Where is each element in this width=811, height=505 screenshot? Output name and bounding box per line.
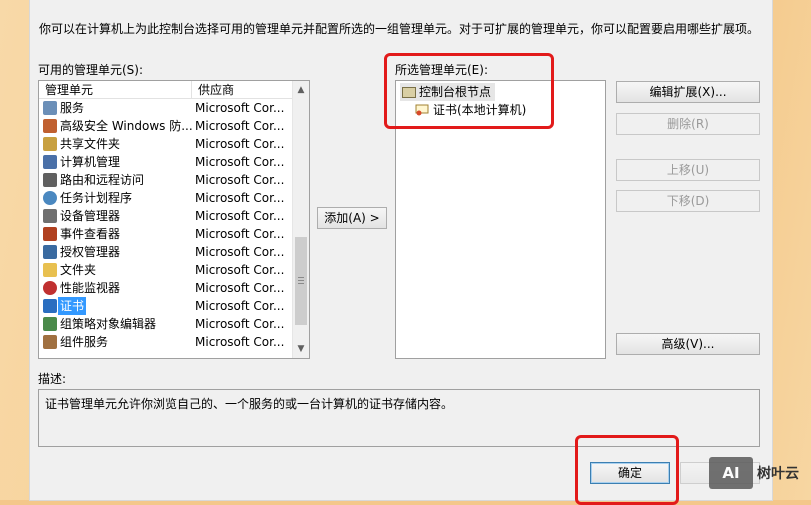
list-item-name: 组策略对象编辑器 — [60, 317, 157, 331]
highlight-selected-snapins — [384, 53, 554, 129]
watermark-logo: AI — [709, 457, 753, 489]
list-item-name: 路由和远程访问 — [60, 173, 145, 187]
list-item[interactable]: 组件服务 Microsoft Cor... — [39, 333, 291, 351]
firewall-icon — [43, 119, 57, 133]
list-item[interactable]: 证书 Microsoft Cor... — [39, 297, 291, 315]
edit-extensions-button[interactable]: 编辑扩展(X)... — [616, 81, 760, 103]
list-item-name: 设备管理器 — [60, 209, 121, 223]
remove-button[interactable]: 删除(R) — [616, 113, 760, 135]
list-item-name: 共享文件夹 — [60, 137, 121, 151]
column-header-vendor[interactable]: 供应商 — [192, 81, 293, 99]
list-item-vendor: Microsoft Cor... — [195, 155, 285, 169]
watermark-text: 树叶云 — [757, 466, 799, 482]
list-item[interactable]: 任务计划程序 Microsoft Cor... — [39, 189, 291, 207]
list-item-vendor: Microsoft Cor... — [195, 191, 285, 205]
intro-text: 你可以在计算机上为此控制台选择可用的管理单元并配置所选的一组管理单元。对于可扩展… — [39, 22, 760, 36]
list-item[interactable]: 组策略对象编辑器 Microsoft Cor... — [39, 315, 291, 333]
folder-icon — [43, 263, 57, 277]
list-item-name: 文件夹 — [60, 263, 97, 277]
list-item[interactable]: 事件查看器 Microsoft Cor... — [39, 225, 291, 243]
available-snapins-label: 可用的管理单元(S): — [38, 63, 144, 77]
list-item-name: 事件查看器 — [60, 227, 121, 241]
description-text: 证书管理单元允许你浏览自己的、一个服务的或一台计算机的证书存储内容。 — [45, 397, 454, 411]
event-viewer-icon — [43, 227, 57, 241]
list-item-vendor: Microsoft Cor... — [195, 317, 285, 331]
list-item[interactable]: 计算机管理 Microsoft Cor... — [39, 153, 291, 171]
list-item-name: 组件服务 — [60, 335, 109, 349]
list-item-name: 性能监视器 — [60, 281, 121, 295]
highlight-ok-button — [575, 435, 679, 505]
clock-icon — [43, 191, 57, 205]
snapin-rows: 服务 Microsoft Cor... 高级安全 Windows 防... Micro… — [39, 99, 293, 358]
move-up-button[interactable]: 上移(U) — [616, 159, 760, 181]
list-item-vendor: Microsoft Cor... — [195, 281, 285, 295]
list-item[interactable]: 设备管理器 Microsoft Cor... — [39, 207, 291, 225]
scroll-up-arrow-icon[interactable]: ▲ — [293, 82, 309, 98]
list-item-vendor: Microsoft Cor... — [195, 209, 285, 223]
device-manager-icon — [43, 209, 57, 223]
list-item-vendor: Microsoft Cor... — [195, 263, 285, 277]
list-item-vendor: Microsoft Cor... — [195, 227, 285, 241]
column-header-name[interactable]: 管理单元 — [39, 81, 192, 99]
list-item-vendor: Microsoft Cor... — [195, 101, 285, 115]
list-item-vendor: Microsoft Cor... — [195, 299, 285, 313]
services-gear-icon — [43, 101, 57, 115]
list-item-vendor: Microsoft Cor... — [195, 173, 285, 187]
move-down-button[interactable]: 下移(D) — [616, 190, 760, 212]
list-item-vendor: Microsoft Cor... — [195, 119, 285, 133]
routing-icon — [43, 173, 57, 187]
scroll-down-arrow-icon[interactable]: ▼ — [293, 341, 309, 357]
authorization-icon — [43, 245, 57, 259]
shared-folder-icon — [43, 137, 57, 151]
list-item-name: 任务计划程序 — [60, 191, 133, 205]
list-item-name: 授权管理器 — [60, 245, 121, 259]
add-button[interactable]: 添加(A) > — [317, 207, 387, 229]
list-item-name: 服务 — [60, 101, 85, 115]
performance-icon — [43, 281, 57, 295]
list-item-vendor: Microsoft Cor... — [195, 245, 285, 259]
advanced-button[interactable]: 高级(V)... — [616, 333, 760, 355]
list-item[interactable]: 性能监视器 Microsoft Cor... — [39, 279, 291, 297]
description-label: 描述: — [38, 372, 67, 386]
list-item[interactable]: 共享文件夹 Microsoft Cor... — [39, 135, 291, 153]
group-policy-icon — [43, 317, 57, 331]
list-item[interactable]: 文件夹 Microsoft Cor... — [39, 261, 291, 279]
certificate-icon — [43, 299, 57, 313]
list-item-name: 高级安全 Windows 防... — [60, 119, 193, 133]
list-item-vendor: Microsoft Cor... — [195, 335, 285, 349]
list-item[interactable]: 授权管理器 Microsoft Cor... — [39, 243, 291, 261]
list-item[interactable]: 路由和远程访问 Microsoft Cor... — [39, 171, 291, 189]
available-snapins-list[interactable]: 管理单元 供应商 服务 Microsoft Cor... 高级安全 Windows … — [38, 80, 310, 359]
list-item-name: 计算机管理 — [60, 155, 121, 169]
list-item[interactable]: 高级安全 Windows 防... Microsoft Cor... — [39, 117, 291, 135]
list-item[interactable]: 服务 Microsoft Cor... — [39, 99, 291, 117]
scroll-thumb[interactable] — [295, 237, 307, 325]
list-item-name: 证书 — [58, 297, 87, 315]
component-services-icon — [43, 335, 57, 349]
list-scrollbar[interactable]: ▲ ▼ — [292, 81, 309, 358]
computer-management-icon — [43, 155, 57, 169]
list-item-vendor: Microsoft Cor... — [195, 137, 285, 151]
